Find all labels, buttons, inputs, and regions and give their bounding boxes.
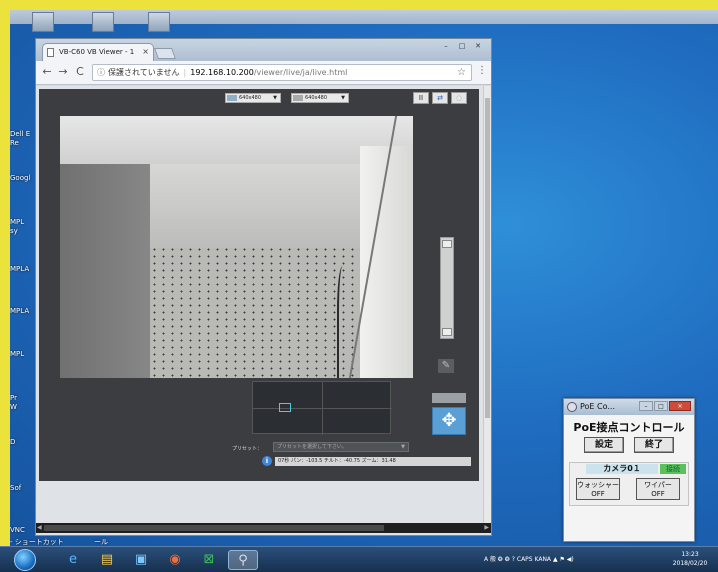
address-bar[interactable]: ⓘ 保護されていません | 192.168.10.200/viewer/live/ja… (92, 64, 472, 81)
scroll-right-icon[interactable]: ▶ (484, 523, 489, 533)
snapshot-button[interactable]: ◌ (451, 92, 467, 104)
tool-app-icon[interactable]: ⚲ (228, 550, 258, 570)
pan-indicator (432, 393, 466, 403)
pan-tilt-map[interactable] (252, 381, 392, 435)
video-back-wall (150, 246, 365, 378)
clock-date: 2018/02/20 (672, 560, 708, 567)
desktop-shortcut-icon[interactable] (92, 12, 114, 32)
document-icon (47, 48, 54, 57)
zoom-slider-bottom[interactable] (442, 328, 452, 336)
url-path: /viewer/live/ja/live.html (253, 68, 348, 77)
tab-close-icon[interactable]: × (142, 44, 149, 60)
close-button[interactable]: ✕ (471, 41, 485, 52)
swap-button[interactable]: ⇄ (432, 92, 448, 104)
chevron-down-icon: ▼ (401, 444, 405, 450)
system-tray[interactable]: A 般 ❂ ❂ ? CAPS KANA ▲ ⚑ ◀) (484, 551, 660, 569)
browser-titlebar[interactable]: VB-C60 VB Viewer - 1 × – □ ✕ (36, 39, 491, 61)
video-size-value: 640x480 (239, 95, 262, 101)
forward-button[interactable]: → (56, 65, 70, 79)
excel-icon[interactable]: ⊠ (194, 550, 224, 570)
camera-label: カメラ0１ (586, 464, 658, 474)
washer-button[interactable]: ウォッシャー OFF (576, 478, 620, 500)
url-host: 192.168.10.200 (190, 68, 254, 77)
horizontal-scrollbar[interactable]: ◀ ▶ (36, 523, 491, 533)
zoom-slider[interactable] (440, 237, 454, 339)
omnibox-separator: | (183, 68, 187, 77)
page-viewport: 640x480 ▼ 640x480 ▼ II ⇄ ◌ ✎ ✥ プリセット： プリ… (36, 86, 491, 535)
start-button[interactable] (14, 549, 36, 571)
kebab-menu-icon[interactable]: ⋮ (477, 65, 487, 76)
desktop-shortcut-caption-2: ール (94, 538, 108, 546)
browser-window: VB-C60 VB Viewer - 1 × – □ ✕ ← → C ⓘ 保護され… (35, 38, 492, 536)
preset-label: プリセット： (232, 446, 263, 452)
preset-placeholder: プリセットを選択して下さい。 (277, 444, 347, 450)
map-horizontal-line (253, 408, 392, 409)
vertical-scrollbar-thumb[interactable] (485, 98, 490, 418)
scroll-left-icon[interactable]: ◀ (37, 523, 42, 533)
window-controls: – □ ✕ (439, 41, 485, 52)
camera-viewer-panel: 640x480 ▼ 640x480 ▼ II ⇄ ◌ ✎ ✥ プリセット： プリ… (39, 89, 479, 481)
desktop-top-strip (10, 10, 718, 24)
browser-tab[interactable]: VB-C60 VB Viewer - 1 × (42, 43, 154, 61)
pan-tilt-move-icon[interactable]: ✥ (432, 407, 466, 435)
info-icon[interactable]: ⓘ (97, 68, 105, 77)
chevron-down-icon: ▼ (273, 95, 277, 101)
video-right-panel (360, 146, 413, 378)
ie-icon[interactable]: e (58, 550, 88, 570)
recycle-bin-icon[interactable] (32, 12, 54, 32)
app-icon (567, 402, 577, 412)
camera-group: カメラ0１ 接続 ウォッシャー OFF ワイパー OFF (569, 462, 689, 506)
explorer-icon[interactable]: ▤ (92, 550, 122, 570)
display-size-select[interactable]: 640x480 ▼ (291, 93, 349, 103)
horizontal-scrollbar-thumb[interactable] (44, 525, 384, 531)
zoom-slider-handle[interactable] (442, 240, 452, 248)
poe-close-button[interactable]: ✕ (669, 401, 691, 411)
poe-titlebar[interactable]: PoE Co... – □ ✕ (564, 399, 694, 415)
exit-button[interactable]: 終了 (634, 437, 674, 453)
video-cable (337, 266, 351, 378)
video-shelf (150, 164, 375, 248)
chevron-down-icon: ▼ (341, 95, 345, 101)
display-size-value: 640x480 (305, 95, 328, 101)
taskbar: e ▤ ▣ ◉ ⊠ ⚲ A 般 ❂ ❂ ? CAPS KANA ▲ ⚑ ◀) 1… (0, 546, 718, 572)
new-tab-button[interactable] (153, 48, 177, 59)
video-size-select[interactable]: 640x480 ▼ (225, 93, 281, 103)
minimize-button[interactable]: – (439, 41, 453, 52)
video-size-icon (227, 95, 237, 101)
ptz-status-bar: 07秒 パン：-103.5 チルト：-40.75 ズーム：31.48 (275, 457, 471, 466)
back-button[interactable]: ← (40, 65, 54, 79)
camera-video-feed[interactable] (60, 116, 413, 378)
map-view-frame[interactable] (279, 403, 291, 412)
clock-time: 13:23 (681, 551, 699, 558)
display-size-icon (293, 95, 303, 101)
tab-title: VB-C60 VB Viewer - 1 (59, 48, 135, 56)
pause-button[interactable]: II (413, 92, 429, 104)
poe-maximize-button[interactable]: □ (654, 401, 668, 411)
info-icon: i (262, 456, 272, 466)
poe-control-window: PoE Co... – □ ✕ PoE接点コントロール 設定 終了 カメラ0１ … (563, 398, 695, 542)
poe-window-controls: – □ ✕ (639, 401, 691, 411)
media-player-icon[interactable]: ▣ (126, 550, 156, 570)
toolbar: ← → C ⓘ 保護されていません | 192.168.10.200/viewer/l… (36, 61, 491, 85)
poe-minimize-button[interactable]: – (639, 401, 653, 411)
chrome-icon[interactable]: ◉ (160, 550, 190, 570)
viewer-control-bar: 640x480 ▼ 640x480 ▼ II ⇄ ◌ (39, 89, 479, 107)
poe-heading: PoE接点コントロール (573, 421, 685, 434)
preset-select[interactable]: プリセットを選択して下さい。 ▼ (273, 442, 409, 452)
bookmark-star-icon[interactable]: ☆ (457, 65, 466, 80)
vertical-scrollbar[interactable] (483, 86, 491, 523)
backlight-icon[interactable]: ✎ (438, 359, 454, 373)
reload-button[interactable]: C (73, 65, 87, 79)
taskbar-clock[interactable]: 13:23 2018/02/20 (668, 550, 712, 568)
maximize-button[interactable]: □ (455, 41, 469, 52)
poe-window-title: PoE Co... (580, 402, 615, 411)
settings-button[interactable]: 設定 (584, 437, 624, 453)
wiper-button[interactable]: ワイパー OFF (636, 478, 680, 500)
connection-status-badge: 接続 (660, 464, 686, 474)
security-status: 保護されていません (108, 68, 180, 77)
network-shortcut-icon[interactable] (148, 12, 170, 32)
desktop-shortcut-caption: - ショートカット (10, 538, 64, 546)
